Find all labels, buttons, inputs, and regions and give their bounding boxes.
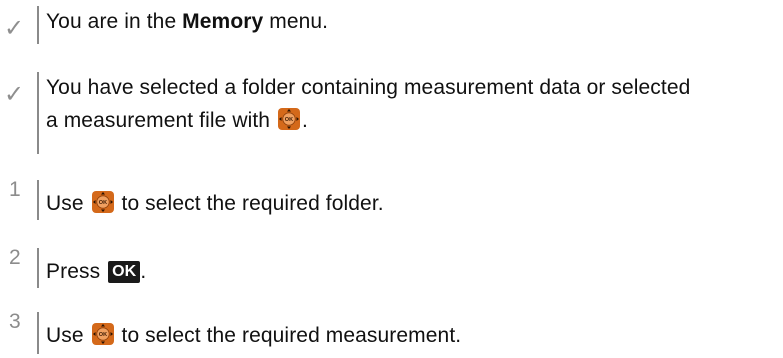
instruction-step-3: 3 Use OK to select the required measurem… bbox=[0, 310, 783, 358]
instruction-step-2: 2 Press OK. bbox=[0, 246, 783, 294]
step-divider bbox=[37, 6, 39, 44]
step-text: You have selected a folder containing me… bbox=[46, 76, 691, 132]
step-text: You are in the Memory menu. bbox=[46, 10, 329, 33]
ok-joystick-button-icon: OK bbox=[91, 190, 115, 214]
step-divider bbox=[37, 312, 39, 354]
step-text: Use OK to select the required measuremen… bbox=[46, 322, 462, 347]
ok-key-icon: OK bbox=[108, 261, 141, 283]
check-icon: ✓ bbox=[4, 15, 25, 42]
ok-joystick-button-icon: OK bbox=[91, 322, 115, 346]
ok-joystick-button-icon: OK bbox=[277, 107, 301, 131]
step-text: Press OK. bbox=[46, 260, 147, 283]
step-divider bbox=[37, 248, 39, 288]
instruction-step-1: 1 Use OK to select the required folder. bbox=[0, 178, 783, 226]
step-number: 2 bbox=[9, 246, 21, 269]
prerequisite-step-2: ✓ You have selected a folder containing … bbox=[0, 72, 783, 156]
step-text: Use OK to select the required folder. bbox=[46, 190, 384, 215]
prerequisite-step-1: ✓ You are in the Memory menu. bbox=[0, 6, 783, 48]
check-icon: ✓ bbox=[4, 81, 25, 108]
step-number: 3 bbox=[9, 310, 21, 333]
menu-name: Memory bbox=[182, 10, 264, 33]
joystick-label: OK bbox=[98, 332, 106, 338]
joystick-label: OK bbox=[98, 200, 106, 206]
step-number: 1 bbox=[9, 178, 21, 201]
step-divider bbox=[37, 180, 39, 220]
step-divider bbox=[37, 72, 39, 154]
joystick-label: OK bbox=[285, 117, 293, 123]
